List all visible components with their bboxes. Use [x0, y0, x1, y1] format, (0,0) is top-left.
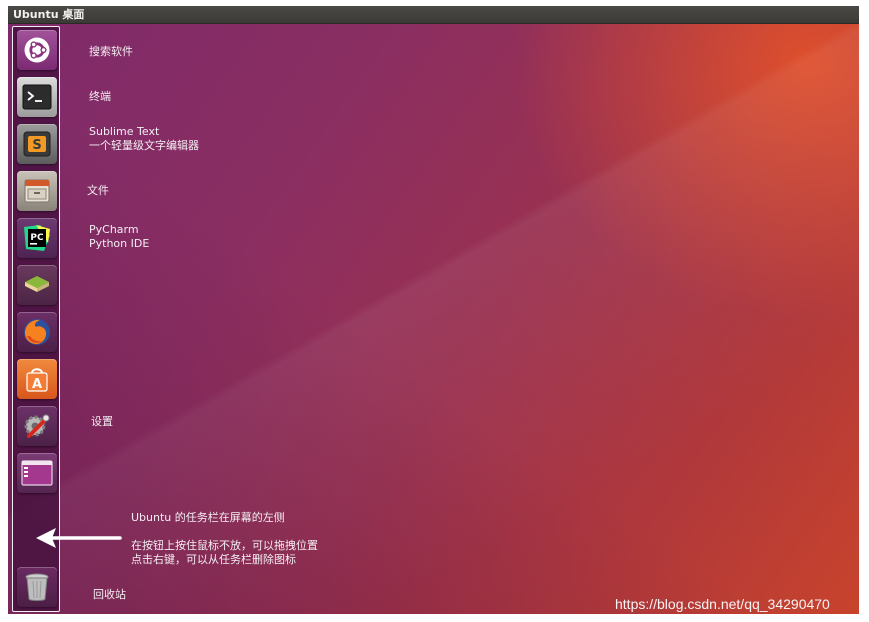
pycharm-icon: PC: [24, 225, 50, 251]
ubuntu-desktop-screen: Ubuntu 桌面 S PC A 搜索软件 终端 Sublime Text 一个…: [8, 6, 859, 614]
launcher-bar: S PC A: [12, 26, 60, 612]
book-stack-icon: [25, 276, 49, 292]
terminal-launcher[interactable]: [17, 77, 57, 117]
svg-text:PC: PC: [30, 233, 44, 243]
label-sublime-text-description: 一个轻量级文字编辑器: [89, 139, 199, 152]
settings-launcher[interactable]: [17, 406, 57, 446]
ebook-launcher[interactable]: [17, 265, 57, 305]
sublime-text-icon: S: [23, 131, 51, 157]
label-search-software: 搜索软件: [89, 45, 133, 58]
watermark-url: https://blog.csdn.net/qq_34290470: [615, 596, 830, 612]
sublime-text-launcher[interactable]: S: [17, 124, 57, 164]
window-title: Ubuntu 桌面: [13, 8, 85, 21]
svg-text:A: A: [32, 377, 42, 392]
label-files: 文件: [87, 184, 109, 197]
software-center-launcher[interactable]: A: [17, 359, 57, 399]
trash-icon: [25, 573, 49, 601]
files-launcher[interactable]: [17, 171, 57, 211]
system-settings-icon: [24, 414, 50, 438]
label-pycharm-description: Python IDE: [89, 237, 150, 250]
label-settings: 设置: [91, 415, 113, 428]
label-terminal: 终端: [89, 90, 111, 103]
annotation-line-remove: 点击右键，可以从任务栏删除图标: [131, 553, 296, 566]
svg-text:S: S: [32, 138, 41, 153]
pycharm-launcher[interactable]: PC: [17, 218, 57, 258]
label-pycharm: PyCharm: [89, 223, 139, 236]
terminal-icon: [22, 84, 52, 110]
workspace-switcher-icon: [21, 460, 53, 486]
dash-button[interactable]: [17, 30, 57, 70]
firefox-icon: [24, 319, 50, 345]
file-manager-icon: [24, 179, 50, 203]
label-trash: 回收站: [93, 588, 126, 601]
left-arrow-icon: [36, 528, 122, 548]
trash-launcher[interactable]: [17, 567, 57, 607]
annotation-line-drag: 在按钮上按住鼠标不放，可以拖拽位置: [131, 539, 318, 552]
workspace-switcher-launcher[interactable]: [17, 453, 57, 493]
ubuntu-logo-icon: [24, 37, 50, 63]
software-center-icon: A: [26, 368, 48, 392]
label-sublime-text: Sublime Text: [89, 125, 160, 138]
firefox-launcher[interactable]: [17, 312, 57, 352]
top-panel: Ubuntu 桌面: [8, 6, 859, 24]
annotation-title: Ubuntu 的任务栏在屏幕的左侧: [131, 511, 285, 524]
